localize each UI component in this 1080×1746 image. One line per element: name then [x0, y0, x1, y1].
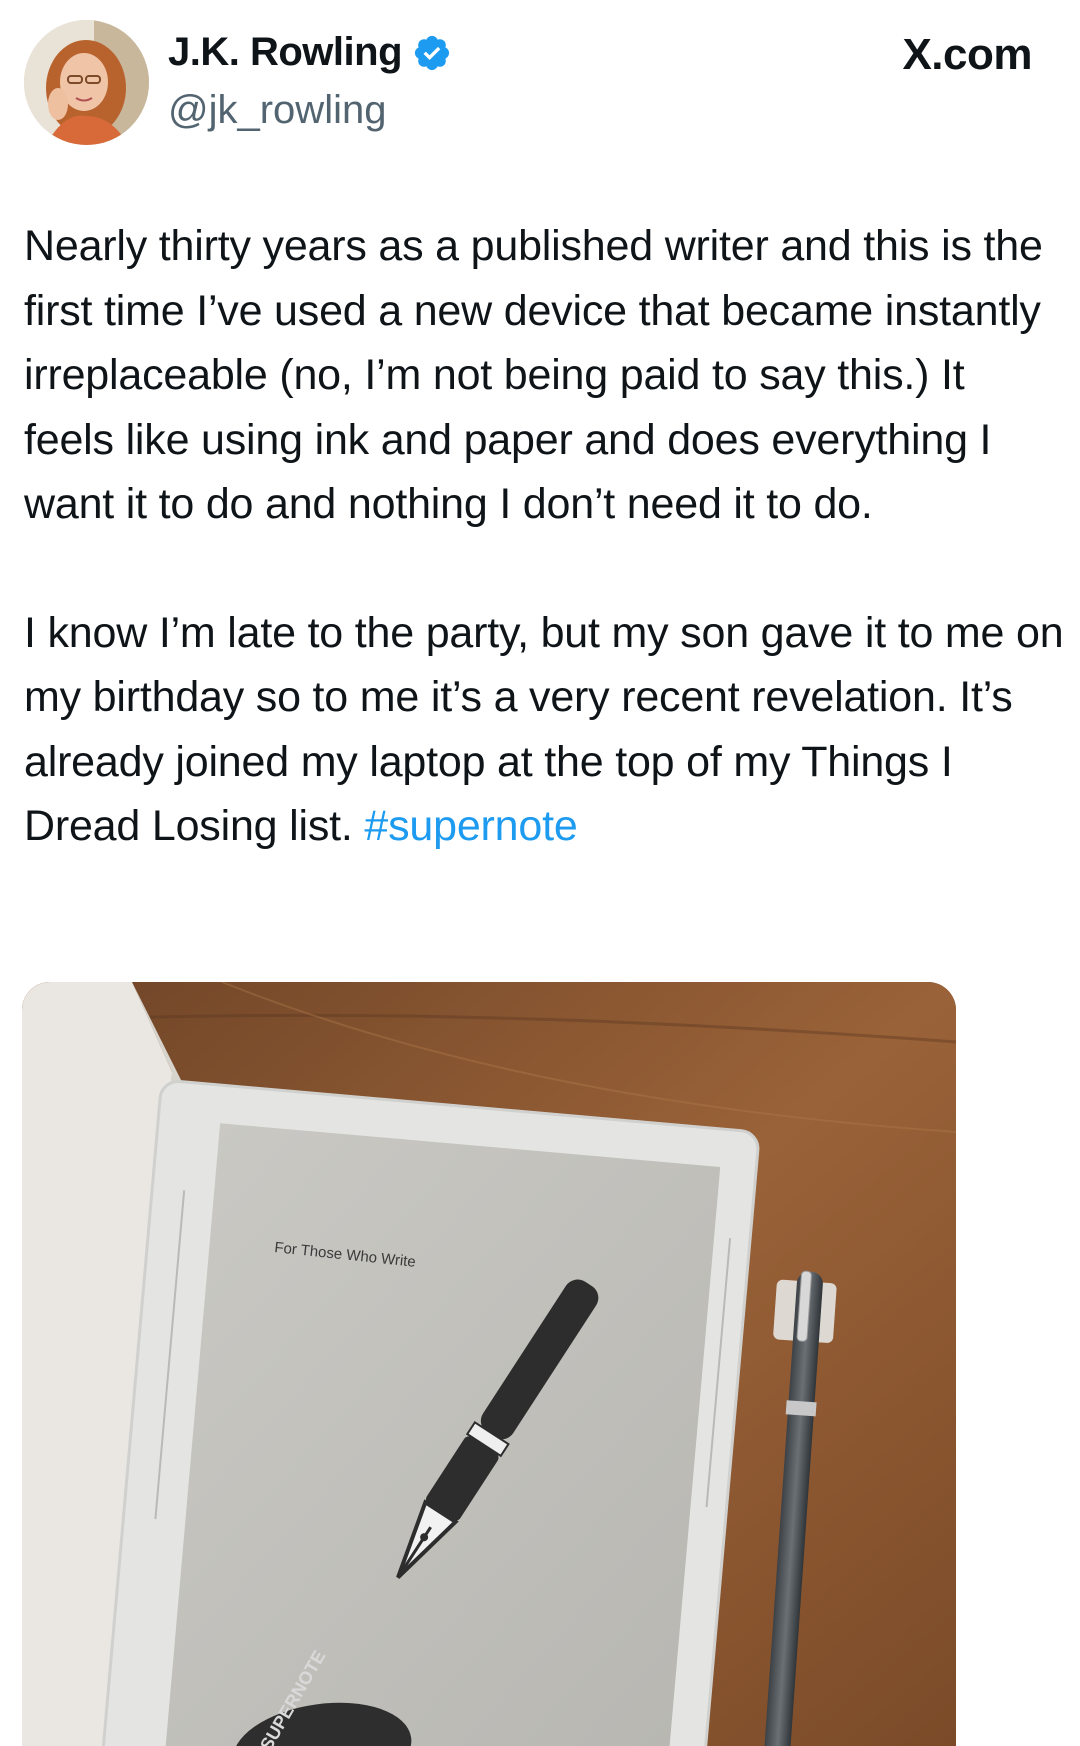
- x-com-logo: X.com: [902, 30, 1032, 79]
- photo-scene: For Those Who Write SUPERNOTE: [22, 982, 956, 1746]
- device-frame: [100, 1079, 760, 1746]
- display-name-row[interactable]: J.K. Rowling: [168, 30, 452, 75]
- tweet-paragraph-1: Nearly thirty years as a published write…: [24, 222, 1043, 528]
- tweet-body: Nearly thirty years as a published write…: [24, 214, 1064, 859]
- tweet-photo[interactable]: For Those Who Write SUPERNOTE: [22, 982, 956, 1746]
- avatar-portrait: [24, 20, 149, 145]
- hashtag-link[interactable]: #supernote: [364, 802, 577, 850]
- user-handle[interactable]: @jk_rowling: [168, 88, 386, 133]
- tweet-card: J.K. Rowling @jk_rowling X.com Nearly th…: [0, 0, 1080, 1746]
- tweet-paragraph-2: I know I’m late to the party, but my son…: [24, 601, 1064, 859]
- avatar[interactable]: [24, 20, 149, 145]
- verified-badge-icon: [414, 35, 450, 70]
- display-name[interactable]: J.K. Rowling: [168, 30, 403, 75]
